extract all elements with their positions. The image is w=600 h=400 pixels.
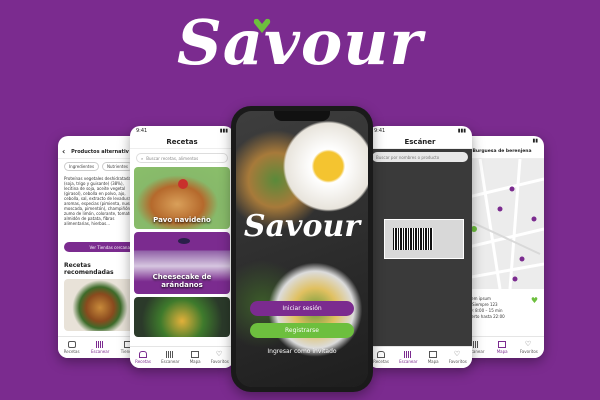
tab-mapa[interactable]: Mapa	[190, 351, 201, 364]
recipe-card[interactable]: Cheesecake de arándanos	[134, 232, 230, 294]
tab-escanear[interactable]: Escanear	[161, 351, 179, 364]
page-title: Recetas	[166, 137, 198, 146]
phone-login: Savour Iniciar sesión Registrarse Ingres…	[231, 106, 373, 392]
tab-mapa[interactable]: Mapa	[497, 341, 508, 354]
chef-hat-icon	[377, 351, 385, 358]
page-title: Escáner	[404, 137, 436, 146]
status-time: 9:41	[136, 128, 148, 134]
nearby-stores-button[interactable]: Ver Tiendas cercanas	[64, 242, 136, 252]
recipe-title: Cheesecake de arándanos	[152, 273, 212, 289]
store-pin-icon[interactable]	[531, 216, 537, 222]
recipe-title: Pavo navideño	[153, 216, 211, 224]
tab-favoritos[interactable]: ♡ Favoritos	[449, 350, 467, 365]
barcode-icon	[96, 341, 105, 348]
tab-favoritos[interactable]: ♡ Favoritos	[211, 350, 229, 365]
barcode-icon	[471, 341, 480, 348]
header-bar: Burguesa de berenjena	[460, 145, 544, 159]
app-logo: Savour	[0, 6, 600, 79]
camera-viewfinder: Buscar por nombres o producto	[368, 149, 472, 346]
recipe-card[interactable]: Pavo navideño	[134, 167, 230, 229]
phone-map: ▮▮ Burguesa de berenjena Lorem ipsum Av.…	[460, 136, 544, 358]
back-icon[interactable]: ‹	[62, 147, 65, 156]
strawberry-garnish-icon	[178, 179, 188, 189]
store-pin-icon[interactable]	[512, 276, 518, 282]
login-screen: Savour Iniciar sesión Registrarse Ingres…	[236, 111, 368, 387]
store-pin-icon[interactable]	[519, 256, 525, 262]
tab-bar: Escanear Mapa ♡ Favoritos	[460, 336, 544, 358]
phone-scanner: 9:41 ▮▮▮ Escáner Buscar por nombres o pro…	[368, 126, 472, 368]
tab-mapa[interactable]: Mapa	[428, 351, 439, 364]
burger-image[interactable]	[64, 279, 136, 331]
header-bar: Recetas	[130, 135, 234, 149]
phone-recipes: 9:41 ▮▮▮ Recetas ⌕ Buscar recetas, alimen…	[130, 126, 234, 368]
map-streets	[460, 159, 544, 289]
blueberry-garnish-icon	[178, 238, 190, 244]
chip-nutrientes[interactable]: Nutrientes	[102, 162, 133, 171]
chef-hat-icon	[139, 351, 147, 358]
barcode-icon	[166, 351, 175, 358]
heart-icon: ♡	[524, 340, 532, 348]
search-icon: ⌕	[141, 155, 144, 161]
map-icon	[498, 341, 507, 348]
chip-ingredientes[interactable]: Ingredientes	[64, 162, 100, 171]
heart-icon: ♡	[453, 350, 461, 358]
login-logo: Savour	[243, 209, 361, 244]
barcode-icon	[404, 351, 413, 358]
favorite-heart-icon[interactable]: ♥	[531, 296, 538, 305]
login-button[interactable]: Iniciar sesión	[250, 301, 354, 316]
tab-recetas[interactable]: Recetas	[64, 341, 80, 354]
logo-text: Savour	[176, 6, 424, 79]
status-time: 9:41	[374, 128, 386, 134]
store-pin-icon[interactable]	[509, 186, 515, 192]
heart-icon: ♡	[215, 350, 223, 358]
tab-favoritos[interactable]: ♡ Favoritos	[520, 340, 538, 355]
heart-leaf-icon	[253, 18, 271, 33]
tab-bar: Recetas Escanear Mapa ♡ Favoritos	[130, 346, 234, 368]
tab-recetas[interactable]: Recetas	[135, 351, 151, 364]
chef-hat-icon	[67, 341, 76, 348]
page-title: Burguesa de berenjena	[472, 149, 532, 154]
map-icon	[429, 351, 438, 358]
tab-escanear[interactable]: Escanear	[399, 351, 417, 364]
recipe-card[interactable]	[134, 297, 230, 337]
scanner-search-input[interactable]: Buscar por nombres o producto	[372, 152, 468, 162]
tab-recetas[interactable]: Recetas	[373, 351, 389, 364]
tab-bar: Recetas Escanear Mapa ♡ Favoritos	[368, 346, 472, 368]
map-icon	[191, 351, 200, 358]
recipe-search-input[interactable]: ⌕ Buscar recetas, alimentos	[136, 153, 228, 163]
barcode-scan-frame	[384, 219, 464, 259]
guest-login-link[interactable]: Ingresar como invitado	[250, 344, 354, 359]
phone-notch	[274, 111, 330, 121]
page-title: Productos alternativ	[71, 148, 129, 155]
tab-escanear[interactable]: Escanear	[91, 341, 109, 354]
store-map[interactable]	[460, 159, 544, 289]
barcode-icon	[393, 228, 433, 250]
header-bar: Escáner	[368, 135, 472, 149]
register-button[interactable]: Registrarse	[250, 323, 354, 338]
store-pin-icon[interactable]	[497, 206, 503, 212]
